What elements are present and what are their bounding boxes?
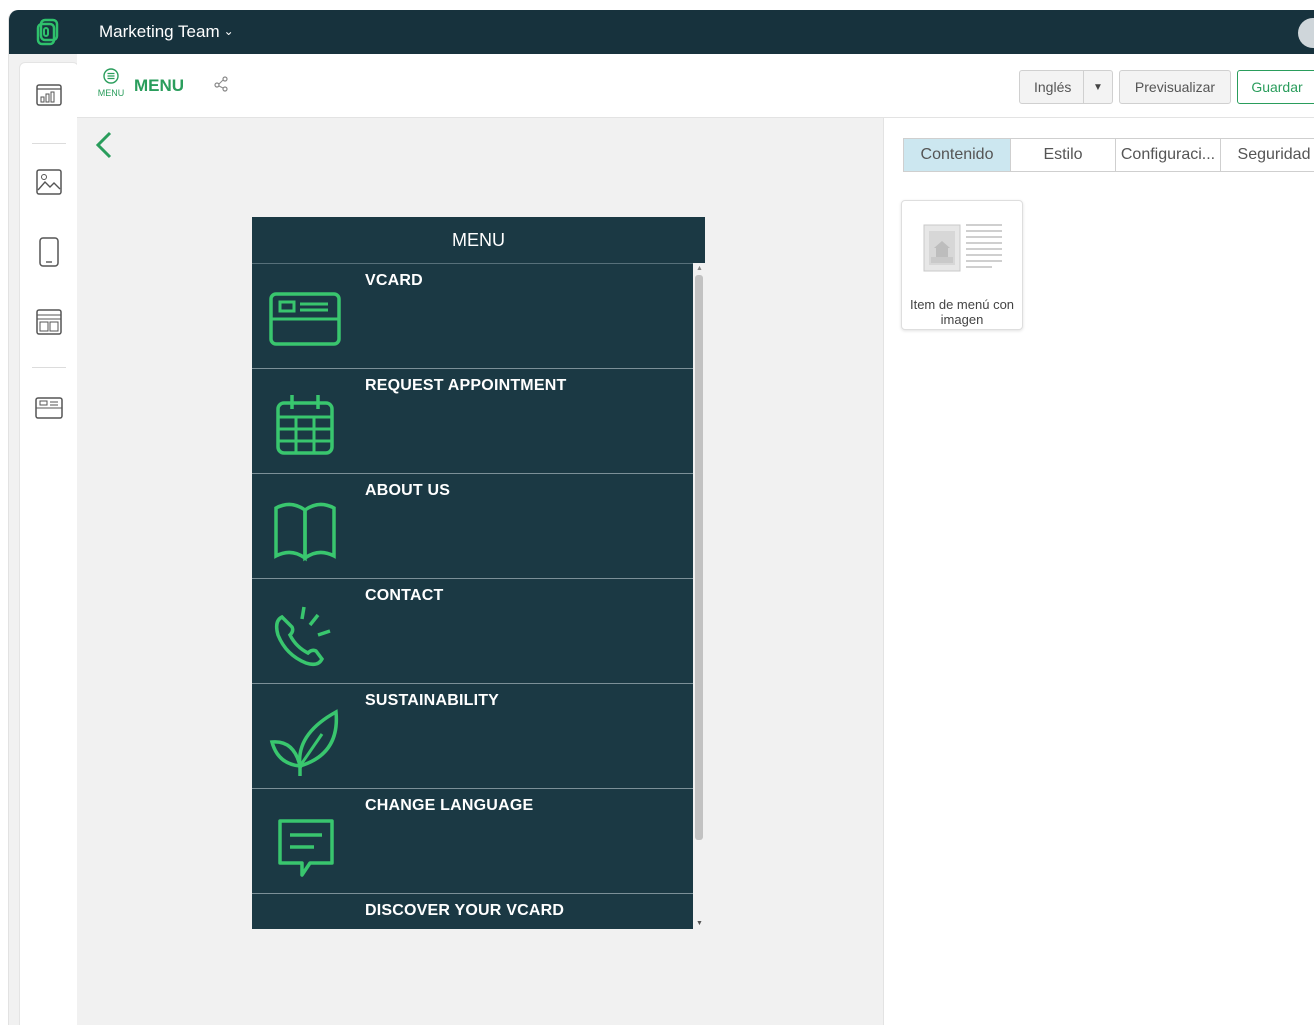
team-selector[interactable]: Marketing Team ⌄ <box>99 22 234 42</box>
left-rail <box>19 62 79 1025</box>
menu-preview: MENU VCARD REQUEST APPOINTMENT ABOUT US … <box>252 217 705 929</box>
image-icon[interactable] <box>34 167 64 197</box>
menu-module-icon: MENU <box>97 68 125 98</box>
scroll-up-icon[interactable]: ▲ <box>696 265 703 272</box>
vcard-icon <box>269 292 341 346</box>
top-bar: Marketing Team ⌄ <box>9 10 1314 54</box>
editor-header: MENU MENU Inglés ▼ Previsualizar Guardar <box>77 54 1314 118</box>
menu-preview-header: MENU <box>252 217 705 264</box>
search-icon <box>266 914 346 929</box>
mobile-icon[interactable] <box>34 237 64 267</box>
menu-item-label: CHANGE LANGUAGE <box>365 797 534 814</box>
image-with-text-icon <box>923 224 1002 272</box>
properties-panel: Contenido Estilo Configuraci... Segurida… <box>883 118 1314 1025</box>
tab-seguridad[interactable]: Seguridad <box>1220 138 1314 172</box>
page-title: MENU <box>134 76 185 95</box>
language-label: Inglés <box>1034 79 1072 95</box>
calendar-icon <box>276 395 334 455</box>
book-icon <box>274 502 336 562</box>
menu-item-with-image-widget[interactable]: Item de menú con imagen <box>901 200 1023 330</box>
layout-icon[interactable] <box>34 307 64 337</box>
menu-icon-caption: MENU <box>97 88 125 98</box>
leaf-icon <box>269 709 339 776</box>
chevron-down-icon: ⌄ <box>223 24 234 38</box>
scroll-down-icon[interactable]: ▼ <box>696 920 703 927</box>
dashboard-icon[interactable] <box>34 80 64 110</box>
menu-item-contact[interactable]: CONTACT <box>252 579 693 684</box>
menu-item-label: DISCOVER YOUR VCARD <box>365 902 565 919</box>
language-dropdown[interactable]: Inglés ▼ <box>1019 70 1113 104</box>
menu-item-discover-your-vcard[interactable]: DISCOVER YOUR VCARD <box>252 894 693 929</box>
menu-item-about-us[interactable]: ABOUT US <box>252 474 693 579</box>
team-name: Marketing Team <box>99 22 220 41</box>
menu-item-label: VCARD <box>365 272 423 289</box>
widget-label: Item de menú con imagen <box>909 297 1015 327</box>
menu-item-label: CONTACT <box>365 587 444 604</box>
caret-down-icon[interactable]: ▼ <box>1083 71 1112 103</box>
editor-canvas: MENU VCARD REQUEST APPOINTMENT ABOUT US … <box>77 118 883 1025</box>
share-icon[interactable] <box>213 76 229 92</box>
menu-item-label: REQUEST APPOINTMENT <box>365 377 567 394</box>
vcard-icon[interactable] <box>34 393 64 423</box>
back-arrow-icon[interactable] <box>93 130 115 160</box>
menu-item-vcard[interactable]: VCARD <box>252 264 693 369</box>
app-logo-icon[interactable] <box>33 16 65 48</box>
preview-button[interactable]: Previsualizar <box>1119 70 1231 104</box>
chat-icon <box>278 819 334 877</box>
menu-scrollbar[interactable]: ▲ ▼ <box>693 263 705 929</box>
tab-configuracion[interactable]: Configuraci... <box>1115 138 1221 172</box>
menu-item-sustainability[interactable]: SUSTAINABILITY <box>252 684 693 789</box>
tab-estilo[interactable]: Estilo <box>1010 138 1116 172</box>
menu-item-label: SUSTAINABILITY <box>365 692 500 709</box>
avatar[interactable] <box>1298 18 1314 48</box>
menu-item-request-appointment[interactable]: REQUEST APPOINTMENT <box>252 369 693 474</box>
save-button[interactable]: Guardar <box>1237 70 1314 104</box>
menu-item-change-language[interactable]: CHANGE LANGUAGE <box>252 789 693 894</box>
scrollbar-thumb[interactable] <box>695 275 703 840</box>
panel-tabs: Contenido Estilo Configuraci... Segurida… <box>903 138 1314 172</box>
tab-contenido[interactable]: Contenido <box>903 138 1011 172</box>
menu-item-label: ABOUT US <box>365 482 451 499</box>
app-frame: Marketing Team ⌄ MENU MENU Inglés ▼ Prev… <box>8 10 1314 1025</box>
phone-icon <box>274 606 331 667</box>
